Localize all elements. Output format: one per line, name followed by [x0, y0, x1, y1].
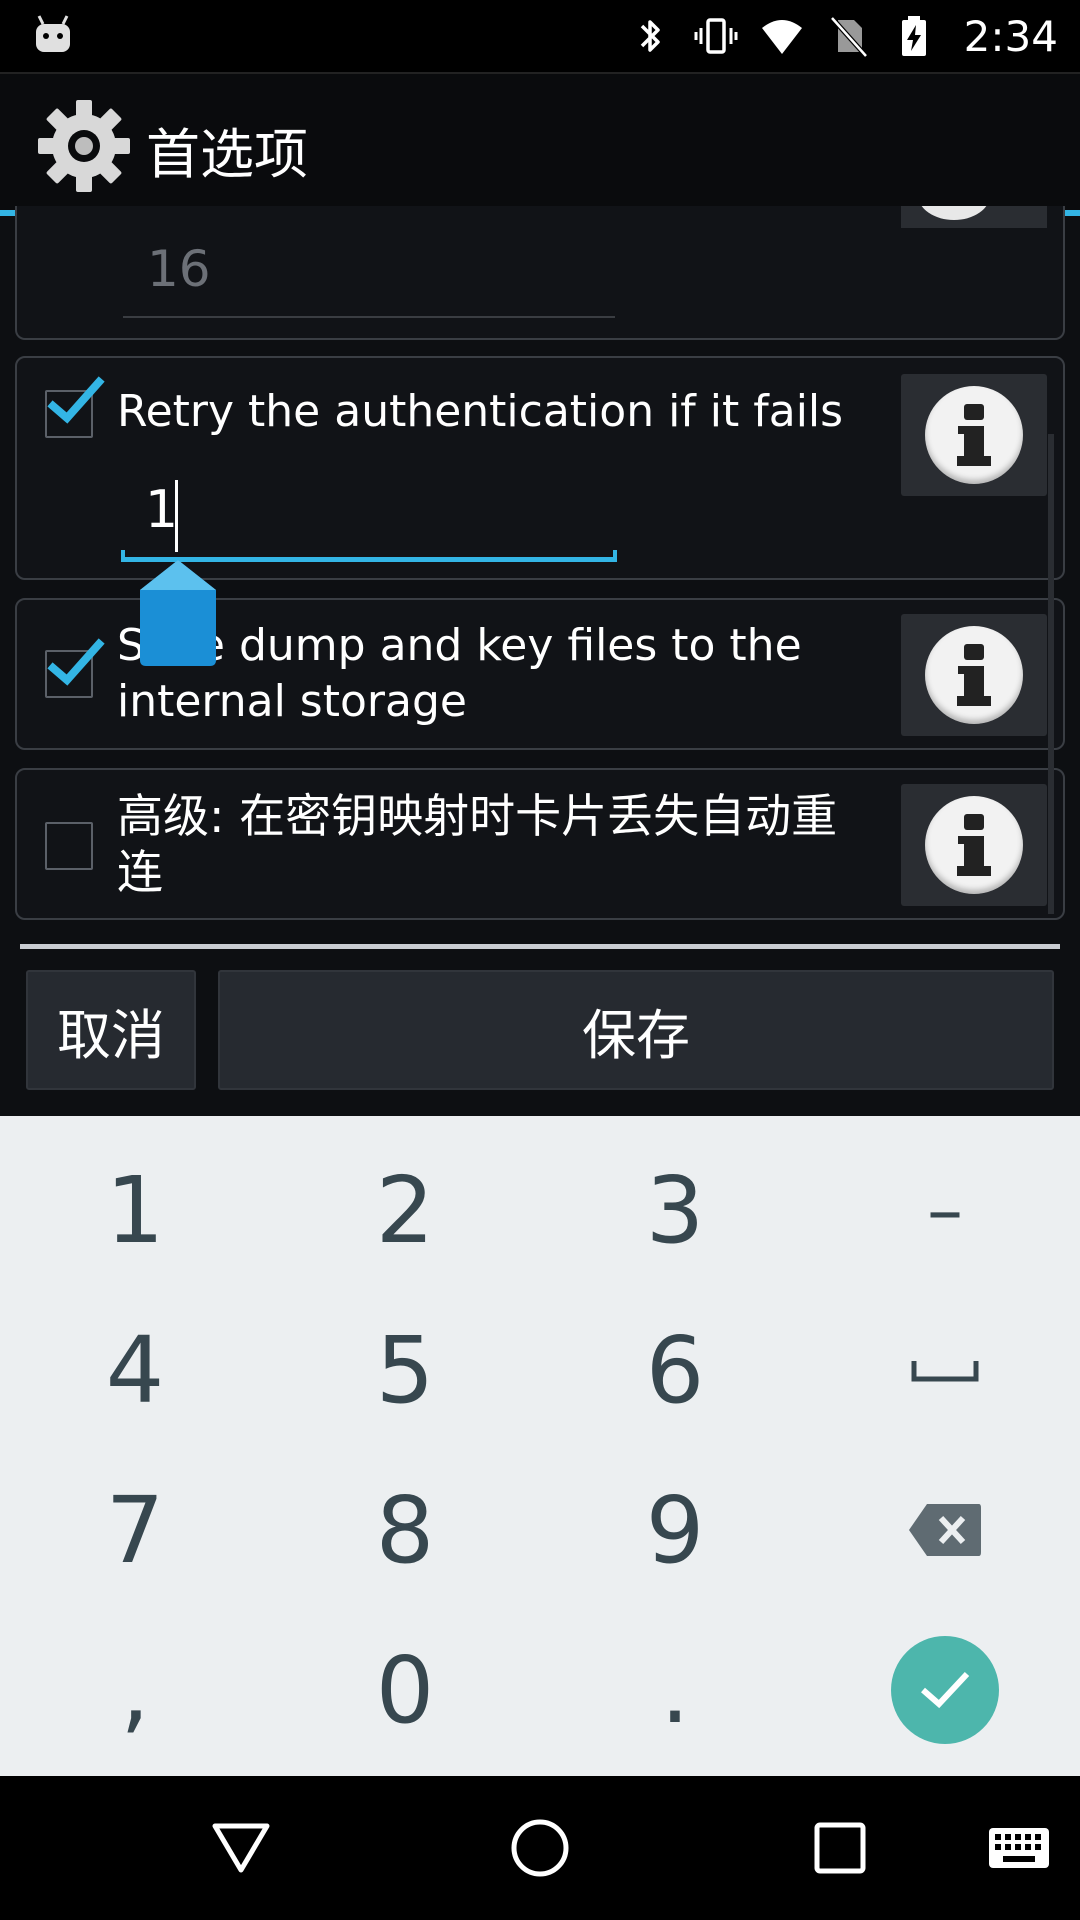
wifi-icon — [761, 20, 802, 54]
retry-auth-info-button[interactable] — [901, 374, 1047, 496]
auto-reconnect-label-line2: 连 — [117, 845, 163, 899]
recents-button[interactable] — [795, 1806, 885, 1890]
auto-reconnect-label: 高级: 在密钥映射时卡片丢失自动重 连 — [117, 788, 857, 900]
done-button[interactable] — [891, 1636, 999, 1744]
key-space[interactable] — [810, 1290, 1080, 1450]
key-9[interactable]: 9 — [540, 1450, 810, 1610]
auto-reconnect-checkbox[interactable] — [45, 822, 93, 870]
save-button[interactable]: 保存 — [218, 970, 1054, 1090]
key-0[interactable]: 0 — [270, 1610, 540, 1770]
android-debug-icon — [36, 15, 70, 52]
key-comma[interactable]: , — [0, 1610, 270, 1770]
info-icon — [925, 626, 1023, 724]
save-dump-label-line2: internal storage — [117, 676, 467, 727]
key-minus[interactable]: – — [810, 1130, 1080, 1290]
scrollbar[interactable] — [1048, 434, 1054, 914]
save-dump-info-button[interactable] — [901, 614, 1047, 736]
key-done[interactable] — [810, 1610, 1080, 1770]
space-icon — [911, 1361, 979, 1382]
key-2[interactable]: 2 — [270, 1130, 540, 1290]
preference-item-auto-reconnect: 高级: 在密钥映射时卡片丢失自动重 连 — [15, 768, 1065, 920]
status-bar: 2:34 — [0, 0, 1080, 72]
bluetooth-icon — [640, 20, 660, 52]
text-cursor-handle[interactable] — [140, 560, 216, 666]
backspace-icon — [909, 1504, 981, 1556]
back-icon — [212, 1823, 270, 1873]
retry-count-input[interactable]: 1 — [121, 470, 617, 562]
text-cursor — [175, 480, 178, 552]
key-7[interactable]: 7 — [0, 1450, 270, 1610]
navigation-bar — [0, 1776, 1080, 1920]
action-bar: 首选项 — [0, 72, 1080, 210]
numeric-keyboard: 1 2 3 – 4 5 6 7 8 9 , 0 . — [0, 1116, 1080, 1776]
underline-right-tick — [613, 550, 617, 562]
preferences-list[interactable]: 16 Retry the authentication if it fails … — [0, 206, 1080, 1116]
no-sim-icon — [829, 16, 868, 58]
cancel-button[interactable]: 取消 — [26, 970, 196, 1090]
underline-left-tick — [121, 550, 125, 562]
home-button[interactable] — [495, 1806, 585, 1890]
retry-count-value: 1 — [145, 480, 179, 540]
number-field-partial[interactable]: 16 — [123, 226, 615, 318]
preference-item-retry-auth: Retry the authentication if it fails 1 — [15, 356, 1065, 580]
save-dump-label-line1: Save dump and key files to the — [117, 620, 802, 671]
back-button[interactable] — [196, 1806, 286, 1890]
check-icon — [921, 1671, 970, 1709]
auto-reconnect-info-button[interactable] — [901, 784, 1047, 906]
checkmark-icon — [47, 376, 105, 424]
divider — [20, 944, 1060, 949]
key-period[interactable]: . — [540, 1610, 810, 1770]
preference-item-partial: 16 — [15, 206, 1065, 340]
checkmark-icon — [47, 638, 105, 686]
gear-icon — [38, 100, 130, 192]
key-8[interactable]: 8 — [270, 1450, 540, 1610]
battery-charging-icon — [901, 16, 926, 56]
number-field-value: 16 — [147, 240, 211, 298]
key-4[interactable]: 4 — [0, 1290, 270, 1450]
keyboard-switch-button[interactable] — [974, 1806, 1064, 1890]
info-icon — [925, 796, 1023, 894]
page-title: 首选项 — [146, 123, 308, 186]
save-dump-label: Save dump and key files to the internal … — [117, 618, 857, 730]
vibrate-icon — [694, 18, 738, 54]
field-underline — [123, 316, 615, 318]
key-3[interactable]: 3 — [540, 1130, 810, 1290]
key-6[interactable]: 6 — [540, 1290, 810, 1450]
home-icon — [511, 1819, 569, 1877]
key-backspace[interactable] — [810, 1450, 1080, 1610]
keyboard-icon — [989, 1828, 1049, 1868]
info-icon — [925, 386, 1023, 484]
clock: 2:34 — [963, 11, 1058, 61]
recents-icon — [814, 1822, 866, 1874]
auto-reconnect-label-line1: 高级: 在密钥映射时卡片丢失自动重 — [117, 789, 838, 843]
key-1[interactable]: 1 — [0, 1130, 270, 1290]
retry-auth-label: Retry the authentication if it fails — [117, 386, 844, 437]
key-5[interactable]: 5 — [270, 1290, 540, 1450]
